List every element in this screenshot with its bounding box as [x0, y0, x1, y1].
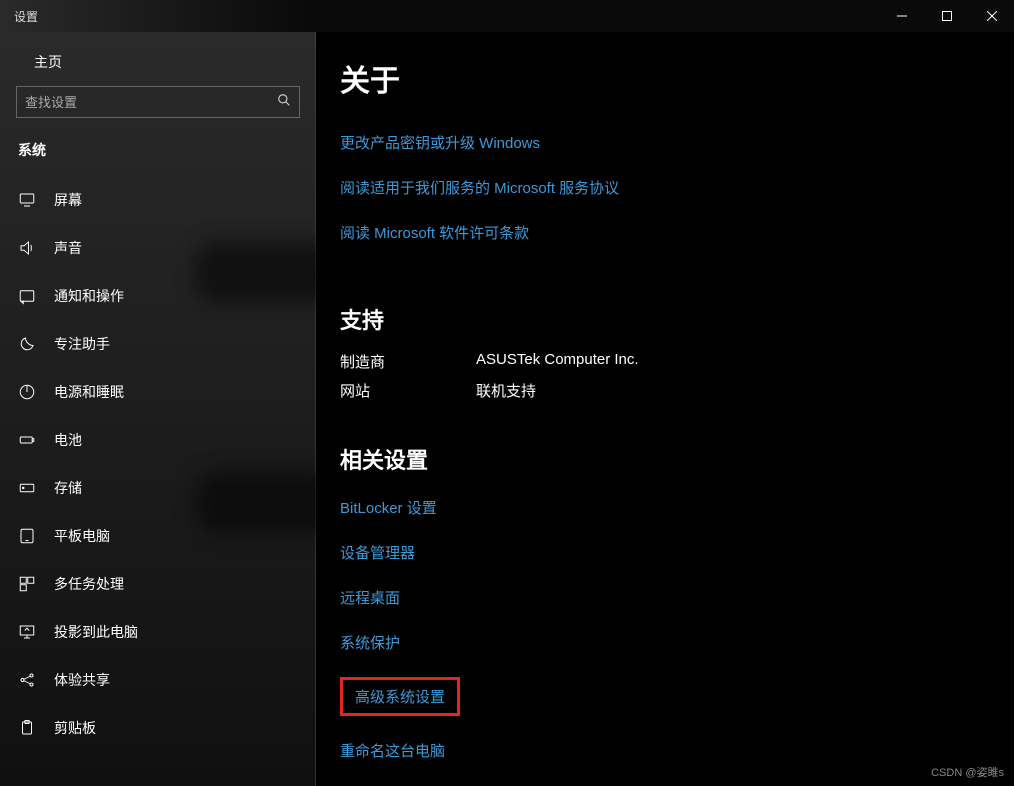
minimize-button[interactable] — [879, 0, 924, 32]
sidebar-item-notify[interactable]: 通知和操作 — [0, 272, 316, 320]
sidebar-item-label: 电池 — [54, 430, 82, 450]
page-title: 关于 — [340, 56, 1014, 100]
sidebar-category: 系统 — [0, 136, 316, 176]
sidebar: 主页 系统 屏幕声音通知和操作专注助手电源和睡眠电池存储平板电脑多任务处理投影到… — [0, 32, 316, 786]
about-link[interactable]: 阅读适用于我们服务的 Microsoft 服务协议 — [340, 177, 619, 198]
sidebar-item-clipboard[interactable]: 剪贴板 — [0, 704, 316, 752]
manufacturer-label: 制造商 — [340, 351, 476, 372]
sidebar-item-label: 存储 — [54, 478, 82, 498]
watermark: CSDN @姿雎s — [931, 764, 1004, 780]
content-pane: 关于 更改产品密钥或升级 Windows 阅读适用于我们服务的 Microsoft… — [316, 32, 1014, 786]
moon-icon — [18, 335, 36, 353]
manufacturer-value: ASUSTek Computer Inc. — [476, 351, 639, 372]
related-link-5[interactable]: 重命名这台电脑 — [340, 740, 445, 761]
sidebar-item-label: 专注助手 — [54, 334, 110, 354]
sidebar-item-label: 投影到此电脑 — [54, 622, 138, 642]
sidebar-item-label: 通知和操作 — [54, 286, 124, 306]
related-link-3[interactable]: 系统保护 — [340, 632, 400, 653]
display-icon — [18, 191, 36, 209]
search-icon — [277, 93, 291, 112]
power-icon — [18, 383, 36, 401]
notify-icon — [18, 287, 36, 305]
search-box[interactable] — [16, 86, 300, 118]
home-label: 主页 — [34, 52, 62, 72]
website-label: 网站 — [340, 380, 476, 401]
related-link-2[interactable]: 远程桌面 — [340, 587, 400, 608]
sidebar-item-storage[interactable]: 存储 — [0, 464, 316, 512]
sidebar-item-label: 电源和睡眠 — [54, 382, 124, 402]
related-heading: 相关设置 — [340, 443, 1014, 475]
sidebar-item-label: 剪贴板 — [54, 718, 96, 738]
related-link-1[interactable]: 设备管理器 — [340, 542, 415, 563]
sidebar-item-label: 体验共享 — [54, 670, 110, 690]
sidebar-item-multitask[interactable]: 多任务处理 — [0, 560, 316, 608]
related-link-4[interactable]: 高级系统设置 — [340, 677, 460, 716]
storage-icon — [18, 479, 36, 497]
sidebar-item-display[interactable]: 屏幕 — [0, 176, 316, 224]
sidebar-item-label: 声音 — [54, 238, 82, 258]
window-title: 设置 — [0, 8, 38, 25]
maximize-button[interactable] — [924, 0, 969, 32]
about-link[interactable]: 更改产品密钥或升级 Windows — [340, 132, 540, 153]
tablet-icon — [18, 527, 36, 545]
sidebar-item-power[interactable]: 电源和睡眠 — [0, 368, 316, 416]
related-link-0[interactable]: BitLocker 设置 — [340, 497, 437, 518]
project-icon — [18, 623, 36, 641]
website-link[interactable]: 联机支持 — [476, 380, 536, 401]
multitask-icon — [18, 575, 36, 593]
sidebar-item-tablet[interactable]: 平板电脑 — [0, 512, 316, 560]
sidebar-item-label: 屏幕 — [54, 190, 82, 210]
home-button[interactable]: 主页 — [0, 40, 316, 86]
sidebar-item-moon[interactable]: 专注助手 — [0, 320, 316, 368]
sidebar-item-label: 平板电脑 — [54, 526, 110, 546]
sidebar-item-project[interactable]: 投影到此电脑 — [0, 608, 316, 656]
titlebar: 设置 — [0, 0, 1014, 32]
sound-icon — [18, 239, 36, 257]
sidebar-item-label: 多任务处理 — [54, 574, 124, 594]
support-heading: 支持 — [340, 303, 1014, 335]
close-button[interactable] — [969, 0, 1014, 32]
sidebar-item-sound[interactable]: 声音 — [0, 224, 316, 272]
search-input[interactable] — [25, 95, 277, 110]
sidebar-item-share[interactable]: 体验共享 — [0, 656, 316, 704]
clipboard-icon — [18, 719, 36, 737]
share-icon — [18, 671, 36, 689]
battery-icon — [18, 431, 36, 449]
about-link[interactable]: 阅读 Microsoft 软件许可条款 — [340, 222, 529, 243]
sidebar-item-battery[interactable]: 电池 — [0, 416, 316, 464]
